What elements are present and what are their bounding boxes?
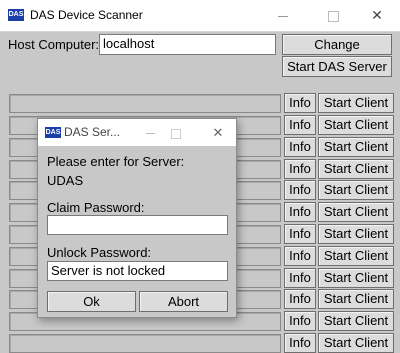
dialog-maximize-button (162, 119, 190, 146)
info-button[interactable]: Info (284, 115, 316, 135)
info-button[interactable]: Info (284, 202, 316, 222)
minimize-icon (278, 15, 288, 17)
start-client-button[interactable]: Start Client (318, 333, 394, 353)
window-title: DAS Device Scanner (30, 8, 143, 22)
claim-password-label: Claim Password: (47, 200, 145, 215)
minimize-icon (145, 133, 155, 135)
app-logo-icon: DAS (8, 9, 24, 21)
close-icon: ✕ (212, 125, 224, 140)
abort-button[interactable]: Abort (139, 291, 228, 312)
host-computer-field[interactable]: localhost (99, 34, 276, 55)
start-client-button[interactable]: Start Client (318, 93, 394, 113)
maximize-icon (327, 10, 339, 22)
unlock-password-label: Unlock Password: (47, 245, 152, 260)
start-client-button[interactable]: Start Client (318, 115, 394, 135)
info-button[interactable]: Info (284, 180, 316, 200)
minimize-button[interactable] (260, 0, 306, 31)
info-button[interactable]: Info (284, 268, 316, 288)
dialog-minimize-button (136, 119, 164, 146)
start-client-button[interactable]: Start Client (318, 202, 394, 222)
info-button[interactable]: Info (284, 289, 316, 309)
start-client-button[interactable]: Start Client (318, 246, 394, 266)
dialog-app-icon: DAS (45, 127, 61, 138)
maximize-icon (171, 128, 181, 139)
start-client-button[interactable]: Start Client (318, 268, 394, 288)
dialog-title-bar[interactable]: DAS DAS Ser... ✕ (38, 119, 236, 146)
device-row-field (9, 94, 281, 113)
info-button[interactable]: Info (284, 246, 316, 266)
info-button[interactable]: Info (284, 159, 316, 179)
info-button[interactable]: Info (284, 93, 316, 113)
info-button[interactable]: Info (284, 333, 316, 353)
start-das-server-button[interactable]: Start DAS Server (282, 56, 392, 77)
change-button[interactable]: Change (282, 34, 392, 55)
start-client-button[interactable]: Start Client (318, 159, 394, 179)
info-button[interactable]: Info (284, 224, 316, 244)
start-client-button[interactable]: Start Client (318, 311, 394, 331)
start-client-button[interactable]: Start Client (318, 180, 394, 200)
dialog-title: DAS Ser... (64, 125, 121, 139)
claim-password-input[interactable] (47, 215, 228, 235)
close-button[interactable]: ✕ (354, 0, 400, 31)
unlock-password-input[interactable]: Server is not locked (47, 261, 228, 281)
dialog-close-button[interactable]: ✕ (204, 119, 232, 146)
start-client-button[interactable]: Start Client (318, 289, 394, 309)
ok-button[interactable]: Ok (47, 291, 136, 312)
server-password-dialog: DAS DAS Ser... ✕ Please enter for Server… (37, 118, 237, 318)
start-client-button[interactable]: Start Client (318, 137, 394, 157)
host-computer-label: Host Computer: (8, 37, 100, 52)
start-client-button[interactable]: Start Client (318, 224, 394, 244)
title-bar[interactable]: DAS DAS Device Scanner ✕ (0, 0, 400, 32)
dialog-prompt: Please enter for Server: (47, 154, 185, 169)
info-button[interactable]: Info (284, 137, 316, 157)
device-row-field (9, 334, 281, 353)
close-icon: ✕ (371, 7, 383, 23)
server-name: UDAS (47, 173, 84, 188)
info-button[interactable]: Info (284, 311, 316, 331)
main-window: DAS DAS Device Scanner ✕ Host Computer: … (0, 0, 400, 353)
maximize-button[interactable] (310, 0, 356, 31)
